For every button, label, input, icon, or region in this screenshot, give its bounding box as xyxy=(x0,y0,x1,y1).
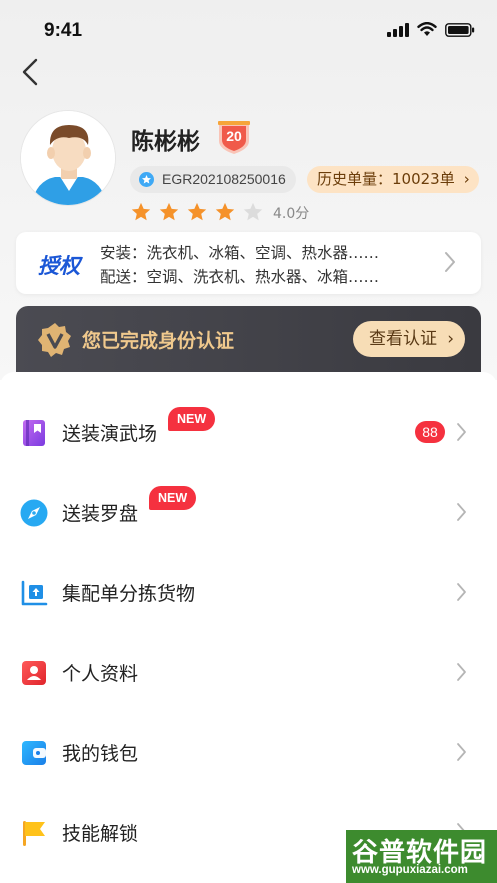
wifi-icon xyxy=(417,22,437,36)
star-filled-icon xyxy=(187,202,207,221)
wallet-icon xyxy=(22,741,46,765)
star-filled-icon xyxy=(159,202,179,221)
delivery-scope: 配送：空调、洗衣机、热水器、冰箱…… xyxy=(100,268,380,286)
id-pill: EGR202108250016 xyxy=(130,166,296,193)
verification-banner: 您已完成身份认证 查看认证 › xyxy=(16,306,481,378)
chevron-right-icon xyxy=(457,663,466,681)
authorization-title: 授权 xyxy=(38,254,80,278)
menu-item-wallet[interactable]: 我的钱包 xyxy=(0,714,497,794)
status-bar: 9:41 xyxy=(0,0,497,60)
menu-label: 送装演武场 xyxy=(62,423,158,445)
menu-item-sorting[interactable]: 集配单分拣货物 xyxy=(0,554,497,634)
watermark-url: www.gupuxiazai.com xyxy=(352,864,468,876)
chevron-right-icon xyxy=(457,503,466,521)
star-filled-icon xyxy=(131,202,151,221)
rating-value: 4.0分 xyxy=(273,206,310,222)
menu-panel: 送装演武场 NEW 88 送装罗盘 NEW 集配单分拣货物 个人资料 我的钱包 … xyxy=(0,372,497,883)
user-name: 陈彬彬 xyxy=(131,129,200,155)
avatar-illustration xyxy=(21,111,115,205)
chevron-right-icon xyxy=(457,423,466,441)
rating-stars xyxy=(130,201,264,223)
view-verification-button[interactable]: 查看认证 › xyxy=(353,321,465,357)
verified-dot-icon xyxy=(139,172,154,187)
book-icon xyxy=(23,420,45,446)
signal-icon xyxy=(387,22,409,37)
new-badge: NEW xyxy=(168,407,216,431)
star-empty-icon xyxy=(243,202,263,221)
level-number: 20 xyxy=(226,128,242,144)
new-badge: NEW xyxy=(149,486,197,510)
battery-icon xyxy=(445,22,475,37)
avatar[interactable] xyxy=(20,110,116,206)
chevron-right-icon: › xyxy=(463,170,470,188)
back-arrow-icon[interactable] xyxy=(16,56,44,88)
menu-label: 集配单分拣货物 xyxy=(62,583,196,605)
id-code: EGR202108250016 xyxy=(162,171,286,187)
menu-label: 送装罗盘 xyxy=(62,503,139,525)
chevron-right-icon xyxy=(457,583,466,601)
chevron-right-icon: › xyxy=(447,329,454,349)
install-scope: 安装：洗衣机、冰箱、空调、热水器…… xyxy=(100,244,380,262)
menu-item-compass[interactable]: 送装罗盘 NEW xyxy=(0,474,497,554)
verification-message: 您已完成身份认证 xyxy=(82,330,235,352)
history-orders-label: 历史单量：10023单 xyxy=(317,170,455,188)
authorization-card[interactable]: 授权 安装：洗衣机、冰箱、空调、热水器…… 配送：空调、洗衣机、热水器、冰箱…… xyxy=(16,232,481,294)
chevron-right-icon xyxy=(445,252,455,272)
user-card-icon xyxy=(22,661,46,685)
menu-label: 技能解锁 xyxy=(62,823,139,845)
count-badge: 88 xyxy=(415,421,445,443)
history-orders-button[interactable]: 历史单量：10023单 › xyxy=(307,166,479,193)
menu-item-training[interactable]: 送装演武场 NEW 88 xyxy=(0,394,497,474)
chevron-right-icon xyxy=(457,743,466,761)
watermark: 谷普软件园 www.gupuxiazai.com xyxy=(346,830,497,883)
level-badge: 20 xyxy=(216,119,252,155)
view-verification-label: 查看认证 xyxy=(369,329,437,349)
menu-item-profile[interactable]: 个人资料 xyxy=(0,634,497,714)
star-filled-icon xyxy=(215,202,235,221)
status-time: 9:41 xyxy=(44,20,83,41)
flag-icon xyxy=(23,821,45,846)
verified-v-badge-icon xyxy=(38,323,71,357)
menu-label: 我的钱包 xyxy=(62,743,139,765)
compass-icon xyxy=(20,499,48,527)
status-icons xyxy=(387,22,475,37)
package-upload-icon xyxy=(21,580,48,606)
menu-label: 个人资料 xyxy=(62,663,139,685)
